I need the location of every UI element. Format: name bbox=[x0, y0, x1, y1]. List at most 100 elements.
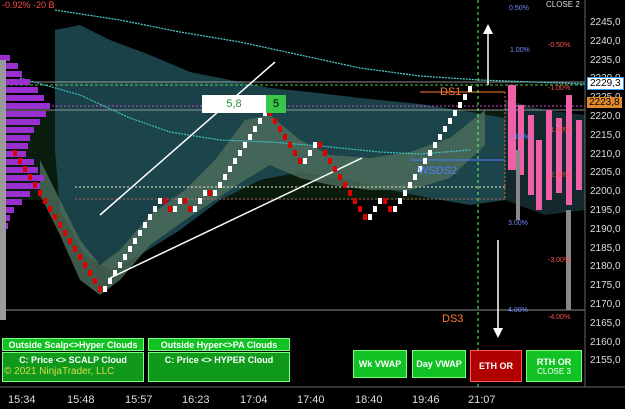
renko-brick-up bbox=[458, 102, 462, 108]
renko-brick-down bbox=[283, 134, 287, 140]
price-axis-label: 2185,0 bbox=[590, 242, 621, 254]
ds3-label: DS3 bbox=[442, 313, 464, 325]
renko-brick-up bbox=[118, 262, 122, 268]
renko-brick-up bbox=[133, 238, 137, 244]
price-hyper-cloud-button[interactable]: C: Price <> HYPER Cloud bbox=[148, 352, 290, 382]
renko-brick-up bbox=[108, 278, 112, 284]
renko-brick-down bbox=[13, 150, 17, 156]
renko-brick-up bbox=[193, 206, 197, 212]
volume-profile-bar bbox=[0, 95, 44, 101]
right-profile-bar bbox=[576, 120, 582, 190]
price-axis-label: 2205,0 bbox=[590, 167, 621, 179]
volume-profile-bar bbox=[0, 111, 46, 117]
renko-brick-down bbox=[278, 126, 282, 132]
pct-blue-1: 1.00% bbox=[510, 47, 530, 54]
copyright-text: © 2021 NinjaTrader, LLC bbox=[4, 366, 115, 377]
renko-brick-up bbox=[428, 150, 432, 156]
renko-brick-down bbox=[73, 246, 77, 252]
right-profile-bar bbox=[508, 85, 516, 170]
renko-brick-down bbox=[43, 198, 47, 204]
outside-scalp-button[interactable]: Outside Scalp<>Hyper Clouds bbox=[2, 338, 144, 351]
price-axis-label: 2215,0 bbox=[590, 129, 621, 141]
stat-right-value: 5 bbox=[266, 95, 286, 113]
renko-brick-down bbox=[98, 286, 102, 292]
renko-brick-down bbox=[83, 262, 87, 268]
price-axis-label: 2170,0 bbox=[590, 299, 621, 310]
price-axis-label: 2165,0 bbox=[590, 317, 621, 329]
renko-brick-up bbox=[378, 198, 382, 204]
renko-brick-down bbox=[273, 118, 277, 124]
eth-or-button[interactable]: ETH OR bbox=[470, 350, 522, 382]
renko-brick-down bbox=[68, 238, 72, 244]
renko-brick-up bbox=[443, 126, 447, 132]
renko-brick-up bbox=[138, 230, 142, 236]
right-profile-bar bbox=[546, 110, 552, 200]
renko-brick-down bbox=[208, 190, 212, 196]
pct-red-5: -4.00% bbox=[548, 314, 571, 321]
eth-or-label: ETH OR bbox=[478, 361, 513, 371]
renko-brick-down bbox=[63, 230, 67, 236]
renko-brick-down bbox=[18, 158, 22, 164]
range-stat-box: 5,8 5 bbox=[202, 95, 286, 113]
renko-brick-up bbox=[313, 142, 317, 148]
renko-brick-up bbox=[223, 174, 227, 180]
renko-brick-down bbox=[338, 174, 342, 180]
wsds2-label: WSDS2 bbox=[418, 165, 458, 177]
renko-brick-down bbox=[88, 270, 92, 276]
renko-brick-down bbox=[323, 150, 327, 156]
renko-brick-up bbox=[408, 182, 412, 188]
price-axis-label: 2160,0 bbox=[590, 336, 621, 348]
price-axis-label: 2220,0 bbox=[590, 111, 621, 122]
renko-brick-down bbox=[363, 214, 367, 220]
renko-brick-down bbox=[388, 206, 392, 212]
wk-vwap-button[interactable]: Wk VWAP bbox=[353, 350, 407, 378]
price-axis-label: 2190,0 bbox=[590, 223, 621, 235]
renko-brick-down bbox=[168, 206, 172, 212]
renko-brick-down bbox=[328, 158, 332, 164]
renko-brick-up bbox=[468, 86, 472, 92]
price-axis-label: 2245,0 bbox=[590, 17, 621, 28]
renko-brick-up bbox=[238, 150, 242, 156]
renko-brick-down bbox=[48, 206, 52, 212]
pct-red-3: -2.00% bbox=[548, 172, 571, 179]
renko-brick-down bbox=[333, 166, 337, 172]
rth-or-button[interactable]: RTH OR CLOSE 3 bbox=[526, 350, 582, 382]
renko-brick-up bbox=[123, 254, 127, 260]
rth-or-label: RTH OR bbox=[536, 356, 572, 367]
renko-brick-up bbox=[448, 118, 452, 124]
time-label-3: 16:23 bbox=[182, 394, 210, 406]
renko-brick-down bbox=[93, 278, 97, 284]
price-axis-label: 2235,0 bbox=[590, 54, 621, 66]
price-axis-label: 2240,0 bbox=[590, 35, 621, 47]
renko-brick-down bbox=[353, 198, 357, 204]
price-axis-label: 2155,0 bbox=[590, 355, 621, 367]
pct-red-0: -0.50% bbox=[548, 42, 571, 49]
pct-red-2: -1.50% bbox=[548, 127, 571, 134]
renko-brick-up bbox=[128, 246, 132, 252]
outside-hyper-button[interactable]: Outside Hyper<>PA Clouds bbox=[148, 338, 290, 351]
time-label-8: 21:07 bbox=[468, 394, 496, 406]
renko-brick-up bbox=[423, 158, 427, 164]
renko-brick-up bbox=[178, 198, 182, 204]
renko-brick-down bbox=[188, 206, 192, 212]
renko-brick-up bbox=[258, 118, 262, 124]
renko-brick-down bbox=[358, 206, 362, 212]
renko-brick-up bbox=[203, 190, 207, 196]
renko-brick-up bbox=[158, 198, 162, 204]
pct-red-1: -1.00% bbox=[548, 85, 571, 92]
day-vwap-button[interactable]: Day VWAP bbox=[412, 350, 466, 378]
renko-brick-up bbox=[213, 190, 217, 196]
renko-brick-down bbox=[288, 142, 292, 148]
renko-brick-up bbox=[173, 206, 177, 212]
renko-brick-up bbox=[438, 134, 442, 140]
renko-brick-up bbox=[453, 110, 457, 116]
renko-brick-up bbox=[433, 142, 437, 148]
renko-brick-down bbox=[28, 174, 32, 180]
renko-brick-up bbox=[228, 166, 232, 172]
right-profile-bar bbox=[528, 115, 534, 195]
last-price-tag: 2229,3 bbox=[587, 77, 624, 90]
renko-brick-up bbox=[248, 134, 252, 140]
pct-blue-2: 2.00% bbox=[510, 134, 530, 141]
renko-brick-up bbox=[143, 222, 147, 228]
renko-brick-up bbox=[463, 94, 467, 100]
